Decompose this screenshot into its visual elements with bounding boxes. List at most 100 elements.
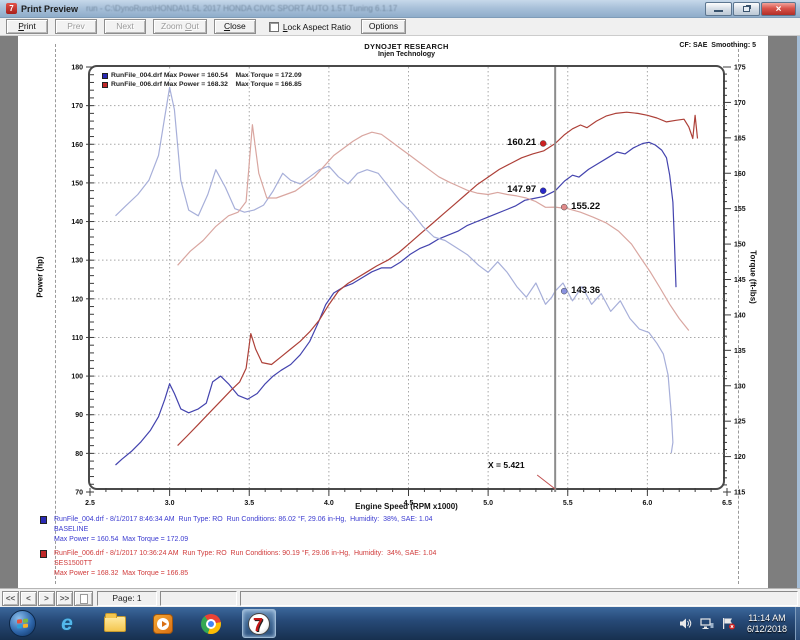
start-button[interactable]	[9, 610, 36, 637]
options-button[interactable]: Options	[361, 19, 406, 34]
svg-text:115: 115	[734, 490, 745, 497]
internet-explorer-icon: e	[61, 612, 73, 636]
lock-aspect-ratio-label: Lock Aspect Ratio	[283, 22, 351, 32]
svg-text:100: 100	[71, 374, 83, 381]
svg-text:4.0: 4.0	[324, 500, 334, 507]
windows-logo-icon	[17, 618, 29, 629]
svg-text:2.5: 2.5	[85, 500, 95, 507]
print-page: DYNOJET RESEARCH Injen Technology CF: SA…	[18, 36, 768, 588]
svg-text:6.0: 6.0	[643, 500, 653, 507]
svg-text:70: 70	[75, 490, 83, 497]
taskbar-clock[interactable]: 11:14 AM 6/12/2018	[747, 613, 787, 635]
clock-time: 11:14 AM	[747, 613, 787, 624]
action-center-flag-icon[interactable]	[721, 617, 736, 630]
network-icon[interactable]	[699, 617, 714, 630]
chart-subtitle: Injen Technology	[88, 51, 725, 58]
preview-workspace: DYNOJET RESEARCH Injen Technology CF: SA…	[0, 36, 800, 588]
legend-entry-baseline: RunFile_004.drf Max Power = 160.54 Max T…	[102, 71, 302, 80]
folder-icon	[104, 616, 126, 632]
chart-title: DYNOJET RESEARCH	[88, 42, 725, 51]
legend-text: RunFile_006.drf Max Power = 168.32 Max T…	[111, 81, 302, 88]
desktop: 7 Print Preview run - C:\DynoRuns\HONDA\…	[0, 0, 800, 640]
show-desktop-button[interactable]	[795, 607, 800, 640]
taskbar-item-chrome[interactable]	[194, 609, 228, 638]
svg-text:155: 155	[734, 206, 746, 213]
status-panel	[240, 591, 798, 606]
svg-text:4.5: 4.5	[404, 500, 414, 507]
close-preview-button[interactable]: Close	[214, 19, 256, 34]
window-titlebar: 7 Print Preview run - C:\DynoRuns\HONDA\…	[0, 0, 800, 18]
run-details: RunFile_006.drf - 8/1/2017 10:36:24 AM R…	[54, 549, 436, 559]
lock-aspect-ratio-checkbox[interactable]	[269, 22, 279, 32]
minimize-icon	[714, 10, 723, 12]
run-info-block: RunFile_004.drf - 8/1/2017 8:46:34 AM Ru…	[40, 515, 436, 583]
run-name: SES1500TT	[54, 559, 436, 569]
run-swatch-blue	[40, 516, 47, 524]
chart-legend: RunFile_004.drf Max Power = 160.54 Max T…	[102, 71, 302, 89]
run-max-values: Max Power = 168.32 Max Torque = 166.85	[54, 569, 436, 579]
svg-text:120: 120	[734, 454, 746, 461]
status-panel	[160, 591, 237, 606]
page-icon	[80, 594, 88, 604]
svg-text:165: 165	[734, 135, 746, 142]
svg-text:180: 180	[71, 65, 83, 72]
svg-text:3.0: 3.0	[165, 500, 175, 507]
svg-text:135: 135	[734, 348, 746, 355]
svg-text:125: 125	[734, 419, 746, 426]
legend-text: RunFile_004.drf Max Power = 160.54 Max T…	[111, 72, 302, 79]
restore-button[interactable]	[733, 2, 760, 16]
taskbar-item-media-player[interactable]	[146, 609, 180, 638]
legend-swatch-red	[102, 82, 108, 88]
close-window-button[interactable]: ×	[761, 2, 796, 16]
svg-text:3.5: 3.5	[244, 500, 254, 507]
system-tray: 11:14 AM 6/12/2018	[679, 607, 800, 640]
print-button[interactable]: Print	[6, 19, 48, 34]
zoom-out-button[interactable]: Zoom Out	[153, 19, 207, 34]
cursor-value-label: 143.36	[571, 285, 600, 296]
torque-axis-label: Torque (ft-lbs)	[749, 250, 758, 304]
cursor-x-value: X = 5.421	[488, 460, 525, 470]
winpep-icon: 7	[248, 613, 270, 635]
page-number-label: Page: 1	[112, 593, 141, 603]
page-navigation-bar: << < > >> Page: 1	[0, 588, 800, 607]
chrome-icon	[201, 614, 221, 634]
volume-icon[interactable]	[679, 617, 692, 630]
run-info-baseline: RunFile_004.drf - 8/1/2017 8:46:34 AM Ru…	[40, 515, 436, 545]
run-details: RunFile_004.drf - 8/1/2017 8:46:34 AM Ru…	[54, 515, 436, 525]
svg-text:5.0: 5.0	[483, 500, 493, 507]
prev-page-button[interactable]: Prev	[55, 19, 97, 34]
taskbar-item-file-explorer[interactable]	[98, 609, 132, 638]
last-page-button[interactable]: >>	[56, 591, 73, 606]
page-setup-button[interactable]	[74, 591, 93, 606]
svg-text:80: 80	[75, 451, 83, 458]
print-margin-left	[55, 44, 56, 584]
dyno-chart: 1801701601501401301201101009080701751701…	[88, 65, 725, 490]
run-name: BASELINE	[54, 525, 436, 535]
next-page-button[interactable]: Next	[104, 19, 146, 34]
svg-text:170: 170	[71, 103, 83, 110]
taskbar-item-internet-explorer[interactable]: e	[50, 609, 84, 638]
svg-text:175: 175	[734, 65, 746, 72]
minimize-button[interactable]	[705, 2, 732, 16]
app-icon: 7	[6, 3, 17, 14]
svg-text:90: 90	[75, 412, 83, 419]
svg-text:150: 150	[734, 242, 746, 249]
svg-text:130: 130	[71, 258, 83, 265]
svg-text:140: 140	[71, 219, 83, 226]
svg-text:140: 140	[734, 312, 746, 319]
close-icon: ×	[776, 4, 782, 15]
previous-page-button[interactable]: <	[20, 591, 37, 606]
cursor-value-label: 147.97	[507, 184, 536, 195]
restore-icon	[743, 6, 750, 12]
cursor-value-label: 155.22	[571, 201, 600, 212]
window-title: Print Preview	[21, 4, 78, 14]
taskbar-item-winpep-active[interactable]: 7	[242, 609, 276, 638]
correction-smoothing-note: CF: SAE Smoothing: 5	[679, 42, 756, 49]
svg-text:120: 120	[71, 296, 83, 303]
svg-text:110: 110	[72, 335, 83, 342]
first-page-button[interactable]: <<	[2, 591, 19, 606]
clock-date: 6/12/2018	[747, 624, 787, 635]
next-page-button[interactable]: >	[38, 591, 55, 606]
legend-swatch-blue	[102, 73, 108, 79]
chart-overlay: RunFile_004.drf Max Power = 160.54 Max T…	[90, 67, 727, 492]
